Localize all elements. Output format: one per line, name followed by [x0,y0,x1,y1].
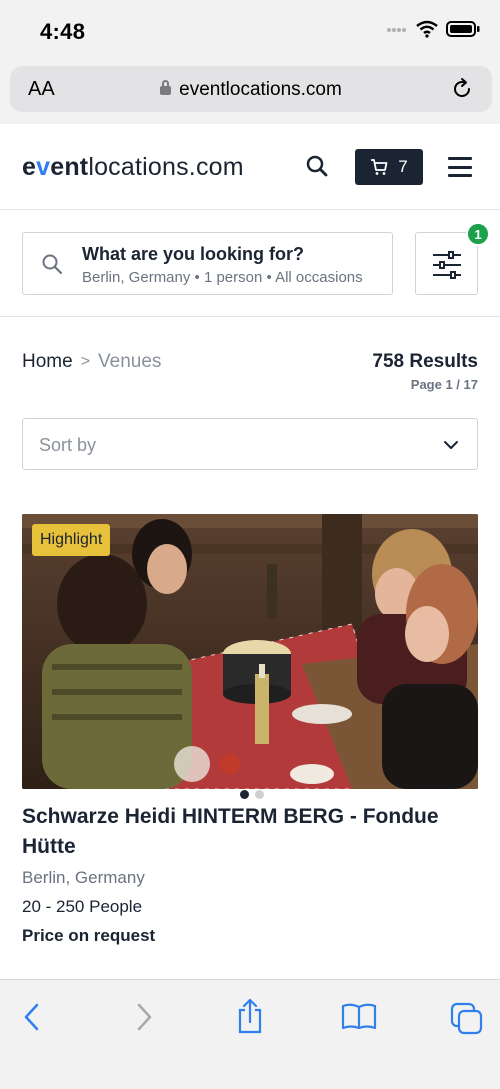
url-host-text: eventlocations.com [179,79,342,100]
listing-price: Price on request [22,926,156,945]
logo-ent: ent [50,153,89,181]
signal-icon [387,28,406,32]
logo-e: e [22,153,37,181]
browser-chrome: AA eventlocations.com [0,62,500,124]
site-header: eventlocations.com 7 [0,124,500,210]
listing-location: Berlin, Germany [22,868,145,887]
sort-label: Sort by [39,435,97,455]
back-icon[interactable] [20,1002,44,1032]
results-summary: 758 Results Page 1 / 17 [372,351,478,392]
forward-icon[interactable] [132,1002,156,1032]
cart-icon [371,159,388,175]
chevron-down-icon [444,441,458,449]
breadcrumb-current: Venues [98,351,162,372]
search-icon[interactable] [305,154,329,178]
bookmarks-icon[interactable] [341,1002,377,1030]
logo-rest: locations.com [88,153,244,181]
filter-sliders-icon [433,251,461,279]
tabs-icon[interactable] [450,1002,484,1036]
url-host[interactable]: eventlocations.com [10,79,492,101]
carousel-dot[interactable] [255,790,264,799]
search-section: What are you looking for? Berlin, German… [0,210,500,317]
search-icon [42,254,63,275]
status-bar: 4:48 [0,0,500,62]
listing-capacity: 20 - 250 People [22,897,143,916]
breadcrumb-home[interactable]: Home [22,351,73,373]
wifi-icon [416,20,438,38]
filter-count-badge: 1 [466,222,490,246]
logo-check: v [36,153,51,181]
browser-toolbar [0,979,500,1089]
reload-icon[interactable] [450,77,474,101]
highlight-badge: Highlight [32,524,111,556]
status-icons [386,20,480,38]
image-carousel-dots[interactable] [240,790,264,799]
chevron-right-icon: > [80,353,91,370]
listing-title[interactable]: Schwarze Heidi HINTERM BERG - Fondue Hüt… [22,802,462,862]
battery-icon [446,21,480,37]
results-count: 758 Results [372,351,478,372]
search-title: What are you looking for? [82,244,305,264]
site-logo[interactable]: eventlocations.com [22,153,244,182]
lock-icon [160,80,172,95]
carousel-dot-active[interactable] [240,790,249,799]
cart-button[interactable]: 7 [355,149,423,185]
results-page: Page 1 / 17 [410,377,478,392]
breadcrumb: Home > Venues [22,351,161,373]
search-input[interactable]: What are you looking for? Berlin, German… [22,232,393,295]
cart-count: 7 [398,157,408,176]
hamburger-menu-icon[interactable] [448,157,472,177]
address-bar[interactable]: AA eventlocations.com [10,66,492,112]
sort-select[interactable]: Sort by [22,418,478,470]
search-summary: Berlin, Germany • 1 person • All occasio… [82,269,363,286]
share-icon[interactable] [236,998,264,1034]
status-time: 4:48 [40,19,86,44]
